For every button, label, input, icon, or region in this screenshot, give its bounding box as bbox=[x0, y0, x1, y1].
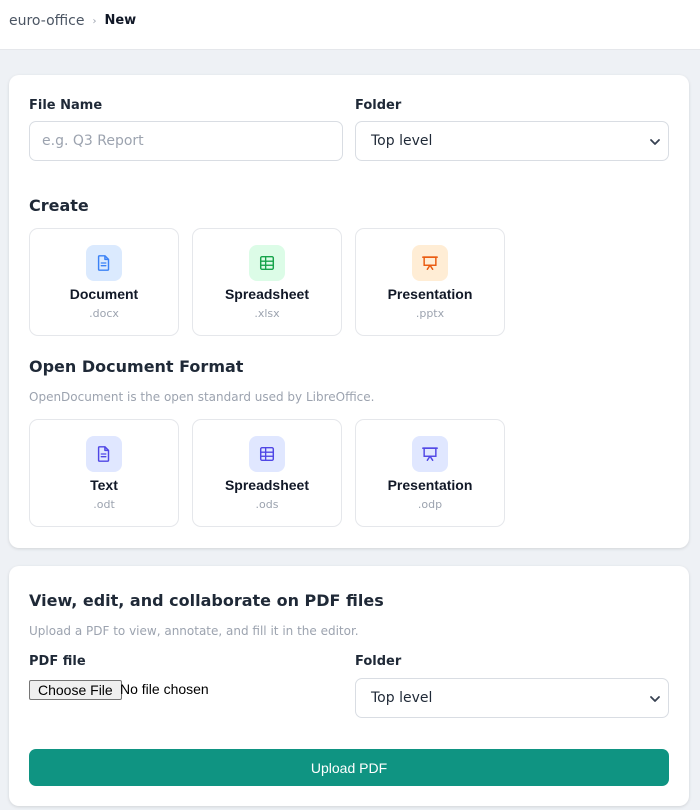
pdf-folder-label: Folder bbox=[355, 654, 402, 669]
upload-pdf-button[interactable]: Upload PDF bbox=[29, 749, 669, 786]
presentation-icon bbox=[422, 447, 438, 462]
tile-name: Spreadsheet bbox=[224, 286, 310, 302]
odf-section-subtitle: OpenDocument is the open standard used b… bbox=[29, 390, 375, 404]
pdf-folder-select-value: Top level bbox=[371, 690, 433, 706]
odf-spreadsheet-tile[interactable]: Spreadsheet .ods bbox=[192, 419, 342, 527]
file-status-text: No file chosen bbox=[120, 681, 209, 697]
tile-extension: .docx bbox=[89, 307, 119, 320]
tile-extension: .odp bbox=[417, 498, 443, 511]
file-name-input[interactable] bbox=[29, 121, 343, 161]
top-bar: euro-office › New bbox=[0, 0, 700, 50]
create-presentation-tile[interactable]: Presentation .pptx bbox=[355, 228, 505, 336]
file-name-label: File Name bbox=[29, 98, 103, 113]
choose-file-button[interactable]: Choose File bbox=[29, 680, 122, 700]
breadcrumb-current: New bbox=[104, 13, 137, 28]
document-icon bbox=[97, 255, 110, 271]
pdf-section-subtitle: Upload a PDF to view, annotate, and fill… bbox=[29, 624, 359, 638]
pdf-folder-select[interactable]: Top level bbox=[355, 678, 669, 718]
tile-icon-badge bbox=[86, 436, 122, 472]
create-spreadsheet-tile[interactable]: Spreadsheet .xlsx bbox=[192, 228, 342, 336]
create-section-title: Create bbox=[29, 196, 89, 215]
folder-select-value: Top level bbox=[371, 133, 433, 149]
folder-select[interactable]: Top level bbox=[355, 121, 669, 161]
tile-extension: .odt bbox=[93, 498, 115, 511]
tile-icon-badge bbox=[412, 436, 448, 472]
odf-text-tile[interactable]: Text .odt bbox=[29, 419, 179, 527]
breadcrumb-root-link[interactable]: euro-office bbox=[9, 13, 84, 29]
pdf-section-title: View, edit, and collaborate on PDF files bbox=[29, 591, 384, 610]
tile-name: Presentation bbox=[387, 477, 473, 493]
tile-name: Document bbox=[69, 286, 139, 302]
tile-extension: .pptx bbox=[415, 307, 445, 320]
chevron-down-icon bbox=[650, 696, 660, 702]
tile-extension: .xlsx bbox=[254, 307, 280, 320]
new-file-card: File Name Folder Top level Create Docume… bbox=[9, 75, 689, 548]
tile-name: Text bbox=[90, 477, 118, 493]
tile-icon-badge bbox=[249, 436, 285, 472]
tile-icon-badge bbox=[249, 245, 285, 281]
chevron-down-icon bbox=[650, 139, 660, 145]
tile-name: Spreadsheet bbox=[224, 477, 310, 493]
tile-icon-badge bbox=[412, 245, 448, 281]
tile-extension: .ods bbox=[255, 498, 279, 511]
tile-icon-badge bbox=[86, 245, 122, 281]
pdf-upload-card: View, edit, and collaborate on PDF files… bbox=[9, 566, 689, 806]
document-icon bbox=[97, 446, 110, 462]
spreadsheet-icon bbox=[259, 255, 275, 271]
pdf-file-label: PDF file bbox=[29, 654, 86, 669]
odf-section-title: Open Document Format bbox=[29, 357, 244, 376]
breadcrumb-separator: › bbox=[92, 16, 97, 27]
create-document-tile[interactable]: Document .docx bbox=[29, 228, 179, 336]
odf-presentation-tile[interactable]: Presentation .odp bbox=[355, 419, 505, 527]
folder-label: Folder bbox=[355, 98, 402, 113]
tile-name: Presentation bbox=[387, 286, 473, 302]
spreadsheet-icon bbox=[259, 446, 275, 462]
presentation-icon bbox=[422, 256, 438, 271]
